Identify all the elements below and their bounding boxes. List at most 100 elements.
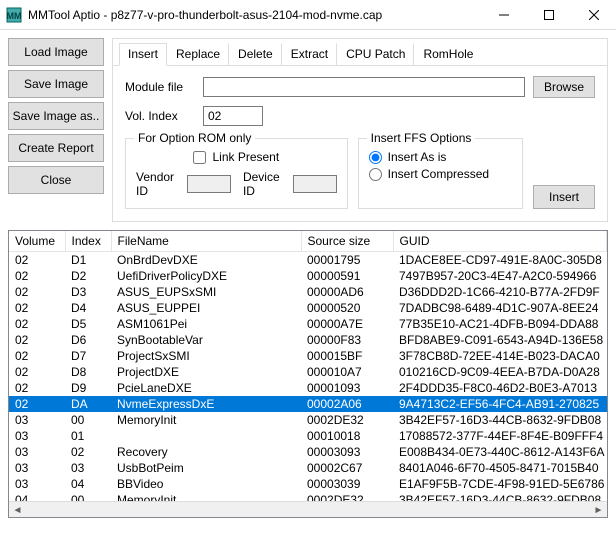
cell: 8401A046-6F70-4505-8471-7015B40 bbox=[393, 460, 607, 476]
link-present-checkbox[interactable] bbox=[193, 151, 206, 164]
cell: 000010A7 bbox=[301, 364, 393, 380]
table-row[interactable]: 02D3ASUS_EUPSxSMI00000AD6D36DDD2D-1C66-4… bbox=[9, 284, 607, 300]
col-sourcesize[interactable]: Source size bbox=[301, 231, 393, 252]
option-rom-title: For Option ROM only bbox=[134, 131, 255, 145]
col-index[interactable]: Index bbox=[65, 231, 111, 252]
cell: 03 bbox=[9, 428, 65, 444]
cell: 00010018 bbox=[301, 428, 393, 444]
table-row[interactable]: 0303UsbBotPeim00002C678401A046-6F70-4505… bbox=[9, 460, 607, 476]
cell: 02 bbox=[65, 444, 111, 460]
table-row[interactable]: 0300MemoryInit0002DE323B42EF57-16D3-44CB… bbox=[9, 412, 607, 428]
cell: ASM1061Pei bbox=[111, 316, 301, 332]
tab-cpupatch[interactable]: CPU Patch bbox=[337, 43, 414, 65]
table-row[interactable]: 02D6SynBootableVar00000F83BFD8ABE9-C091-… bbox=[9, 332, 607, 348]
cell: E008B434-0E73-440C-8612-A143F6A bbox=[393, 444, 607, 460]
cell: D3 bbox=[65, 284, 111, 300]
cell: 1DACE8EE-CD97-491E-8A0C-305D8 bbox=[393, 252, 607, 269]
save-image-button[interactable]: Save Image bbox=[8, 70, 104, 98]
cell: 04 bbox=[9, 492, 65, 501]
cell: 02 bbox=[9, 268, 65, 284]
col-volume[interactable]: Volume bbox=[9, 231, 65, 252]
cell: 03 bbox=[9, 460, 65, 476]
table-row[interactable]: 02D9PcieLaneDXE000010932F4DDD35-F8C0-46D… bbox=[9, 380, 607, 396]
main-panel: Insert Replace Delete Extract CPU Patch … bbox=[112, 38, 608, 222]
vendor-id-input[interactable] bbox=[187, 175, 231, 193]
table-row[interactable]: 02D5ASM1061Pei00000A7E77B35E10-AC21-4DFB… bbox=[9, 316, 607, 332]
table-row[interactable]: 02D4ASUS_EUPPEI000005207DADBC98-6489-4D1… bbox=[9, 300, 607, 316]
tab-insert[interactable]: Insert bbox=[119, 43, 167, 66]
cell: 3B42EF57-16D3-44CB-8632-9FDB08 bbox=[393, 492, 607, 501]
table-row[interactable]: 0400MemoryInit0002DE323B42EF57-16D3-44CB… bbox=[9, 492, 607, 501]
cell: 03 bbox=[65, 460, 111, 476]
tab-delete[interactable]: Delete bbox=[229, 43, 282, 65]
insert-compressed-label: Insert Compressed bbox=[388, 167, 489, 181]
cell: D1 bbox=[65, 252, 111, 269]
cell: 00000F83 bbox=[301, 332, 393, 348]
module-table: Volume Index FileName Source size GUID 0… bbox=[8, 230, 608, 518]
table-row[interactable]: 02D8ProjectDXE000010A7010216CD-9C09-4EEA… bbox=[9, 364, 607, 380]
svg-text:MM: MM bbox=[7, 11, 22, 21]
cell: 00002C67 bbox=[301, 460, 393, 476]
cell: 03 bbox=[9, 476, 65, 492]
cell: NvmeExpressDxE bbox=[111, 396, 301, 412]
cell: 00 bbox=[65, 492, 111, 501]
cell: D8 bbox=[65, 364, 111, 380]
table-scroll[interactable]: Volume Index FileName Source size GUID 0… bbox=[9, 231, 607, 501]
app-icon: MM bbox=[6, 7, 22, 23]
module-file-input[interactable] bbox=[203, 77, 525, 97]
cell: UsbBotPeim bbox=[111, 460, 301, 476]
create-report-button[interactable]: Create Report bbox=[8, 134, 104, 162]
device-id-input[interactable] bbox=[293, 175, 337, 193]
cell: 01 bbox=[65, 428, 111, 444]
cell: 02 bbox=[9, 364, 65, 380]
cell: 02 bbox=[9, 300, 65, 316]
vol-index-input[interactable] bbox=[203, 106, 263, 126]
cell: 7497B957-20C3-4E47-A2C0-594966 bbox=[393, 268, 607, 284]
insert-button[interactable]: Insert bbox=[533, 185, 595, 209]
tab-romhole[interactable]: RomHole bbox=[414, 43, 481, 65]
cell: UefiDriverPolicyDXE bbox=[111, 268, 301, 284]
table-row[interactable]: 02D2UefiDriverPolicyDXE000005917497B957-… bbox=[9, 268, 607, 284]
cell: DA bbox=[65, 396, 111, 412]
table-row[interactable]: 02DANvmeExpressDxE00002A069A4713C2-EF56-… bbox=[9, 396, 607, 412]
cell: 00000520 bbox=[301, 300, 393, 316]
table-row[interactable]: 03010001001817088572-377F-44EF-8F4E-B09F… bbox=[9, 428, 607, 444]
table-row[interactable]: 0302Recovery00003093E008B434-0E73-440C-8… bbox=[9, 444, 607, 460]
cell: D4 bbox=[65, 300, 111, 316]
vendor-id-label: Vendor ID bbox=[136, 170, 183, 198]
table-row[interactable]: 02D1OnBrdDevDXE000017951DACE8EE-CD97-491… bbox=[9, 252, 607, 269]
save-image-as-button[interactable]: Save Image as.. bbox=[8, 102, 104, 130]
cell: 77B35E10-AC21-4DFB-B094-DDA88 bbox=[393, 316, 607, 332]
cell: 00 bbox=[65, 412, 111, 428]
scroll-right-icon[interactable]: ► bbox=[590, 502, 607, 519]
cell: PcieLaneDXE bbox=[111, 380, 301, 396]
cell: 00001093 bbox=[301, 380, 393, 396]
table-row[interactable]: 02D7ProjectSxSMI000015BF3F78CB8D-72EE-41… bbox=[9, 348, 607, 364]
col-guid[interactable]: GUID bbox=[393, 231, 607, 252]
close-button-sidebar[interactable]: Close bbox=[8, 166, 104, 194]
cell: 00003039 bbox=[301, 476, 393, 492]
cell: 03 bbox=[9, 412, 65, 428]
insert-as-is-radio[interactable] bbox=[369, 151, 382, 164]
insert-compressed-radio[interactable] bbox=[369, 168, 382, 181]
cell: ASUS_EUPPEI bbox=[111, 300, 301, 316]
cell: SynBootableVar bbox=[111, 332, 301, 348]
col-filename[interactable]: FileName bbox=[111, 231, 301, 252]
cell: OnBrdDevDXE bbox=[111, 252, 301, 269]
close-button[interactable] bbox=[571, 0, 616, 29]
tab-extract[interactable]: Extract bbox=[282, 43, 337, 65]
cell: 00000AD6 bbox=[301, 284, 393, 300]
cell: D5 bbox=[65, 316, 111, 332]
minimize-button[interactable] bbox=[481, 0, 526, 29]
tab-replace[interactable]: Replace bbox=[167, 43, 229, 65]
table-row[interactable]: 0304BBVideo00003039E1AF9F5B-7CDE-4F98-91… bbox=[9, 476, 607, 492]
titlebar: MM MMTool Aptio - p8z77-v-pro-thunderbol… bbox=[0, 0, 616, 30]
scroll-left-icon[interactable]: ◄ bbox=[9, 502, 26, 519]
cell: 02 bbox=[9, 316, 65, 332]
cell: 2F4DDD35-F8C0-46D2-B0E3-A7013 bbox=[393, 380, 607, 396]
maximize-button[interactable] bbox=[526, 0, 571, 29]
browse-button[interactable]: Browse bbox=[533, 76, 595, 98]
cell: 04 bbox=[65, 476, 111, 492]
horizontal-scrollbar[interactable]: ◄ ► bbox=[9, 501, 607, 518]
load-image-button[interactable]: Load Image bbox=[8, 38, 104, 66]
